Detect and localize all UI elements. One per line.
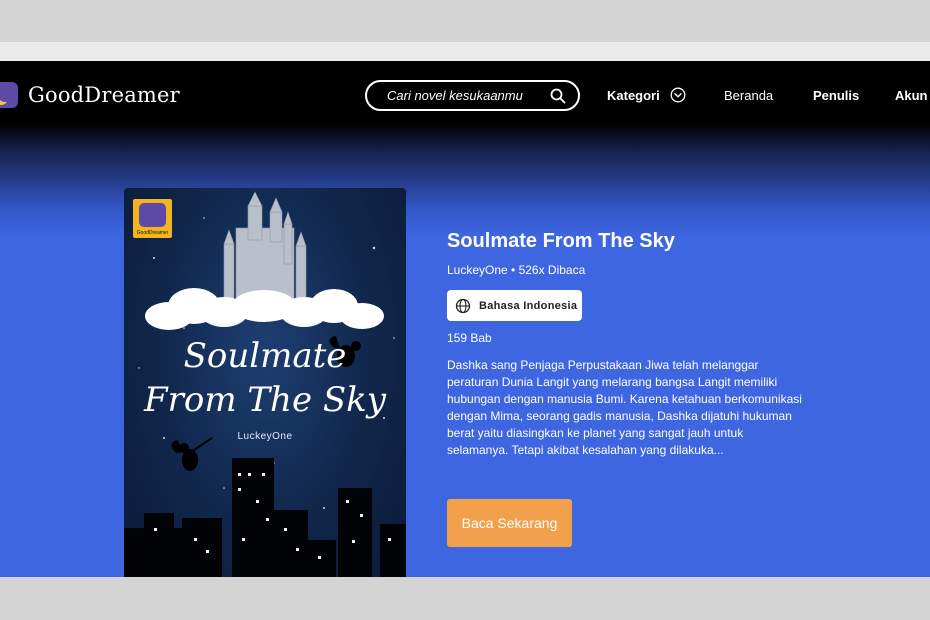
- browser-strip: [0, 42, 930, 61]
- book-meta: LuckeyOne • 526x Dibaca: [447, 263, 586, 277]
- book-detail-page: GoodDreamer Kategori Beranda Penulis Aku…: [0, 61, 930, 577]
- cover-title-line2: From The Sky: [144, 380, 386, 420]
- chapter-count: 159 Bab: [447, 331, 492, 345]
- nav-akun[interactable]: Akun: [895, 88, 928, 103]
- book-title: Soulmate From The Sky: [447, 230, 675, 252]
- top-margin: [0, 0, 930, 42]
- read-now-button[interactable]: Baca Sekarang: [447, 499, 572, 547]
- cover-title-line1: Soulmate: [183, 336, 347, 376]
- search-bar[interactable]: [365, 80, 580, 111]
- bottom-margin: [0, 577, 930, 620]
- cover-author: LuckeyOne: [237, 431, 293, 442]
- globe-icon: [455, 298, 471, 313]
- language-label: Bahasa Indonesia: [479, 299, 578, 312]
- logo[interactable]: GoodDreamer: [0, 82, 180, 108]
- nav-kategori[interactable]: Kategori: [607, 88, 660, 103]
- synopsis: Dashka sang Penjaga Perpustakaan Jiwa te…: [447, 358, 802, 457]
- nav-penulis[interactable]: Penulis: [813, 88, 859, 103]
- search-input[interactable]: [387, 88, 547, 103]
- chevron-down-icon[interactable]: [670, 87, 686, 103]
- nav-beranda[interactable]: Beranda: [724, 88, 773, 103]
- cover-brand-badge: GoodDreamer: [133, 199, 172, 238]
- moon-logo-icon: [0, 82, 18, 108]
- logo-text: GoodDreamer: [28, 83, 180, 107]
- book-cover[interactable]: GoodDreamer Soulmate From The Sky Luckey…: [124, 188, 406, 577]
- search-icon[interactable]: [550, 88, 566, 104]
- language-chip: Bahasa Indonesia: [447, 290, 582, 321]
